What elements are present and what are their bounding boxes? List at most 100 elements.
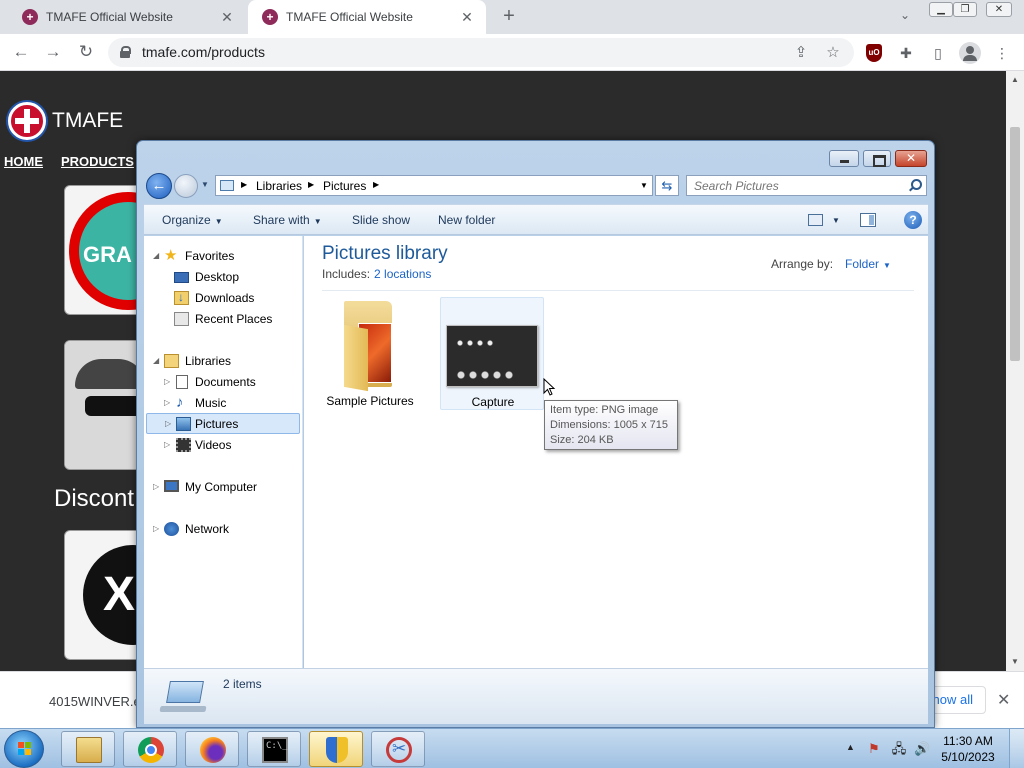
nav-item-videos[interactable]: ▷ Videos — [144, 435, 299, 455]
action-center-flag-icon[interactable]: ⚑ — [866, 741, 882, 757]
expand-triangle-icon[interactable]: ▷ — [153, 524, 159, 533]
product-card-1-text: GRA — [83, 242, 132, 267]
expand-triangle-icon[interactable]: ▷ — [165, 419, 171, 428]
share-with-button[interactable]: Share with ▼ — [253, 213, 322, 227]
scroll-up-icon[interactable]: ▲ — [1011, 75, 1019, 84]
window-minimize-button[interactable] — [829, 150, 859, 167]
taskbar-explorer-button[interactable] — [61, 731, 115, 767]
download-filename[interactable]: 4015WINVER.e — [49, 694, 141, 709]
collapse-triangle-icon[interactable]: ◢ — [153, 356, 159, 365]
organize-button[interactable]: Organize ▼ — [162, 213, 223, 227]
help-icon[interactable]: ? — [904, 211, 922, 229]
nav-link-home[interactable]: HOME — [4, 154, 43, 169]
browser-restore-icon[interactable]: ❐ — [953, 2, 977, 17]
search-icon[interactable] — [909, 179, 922, 191]
nav-item-my-computer[interactable]: ▷ My Computer — [144, 477, 299, 497]
browser-close-icon[interactable]: ✕ — [986, 2, 1012, 17]
browser-tab-1[interactable]: TMAFE Official Website ✕ — [8, 0, 246, 34]
profile-avatar-icon[interactable] — [959, 42, 981, 64]
refresh-icon[interactable]: ⇆ — [655, 175, 679, 196]
side-panel-icon[interactable]: ▯ — [927, 43, 949, 65]
browser-tab-2[interactable]: TMAFE Official Website ✕ — [248, 0, 486, 34]
tab-search-chevron-icon[interactable]: ⌄ — [896, 8, 914, 26]
nav-item-music[interactable]: ▷ Music — [144, 393, 299, 413]
browser-minimize-icon[interactable]: ▁ — [929, 2, 953, 17]
search-box[interactable] — [686, 175, 927, 196]
nav-item-libraries[interactable]: ◢ Libraries — [144, 351, 299, 371]
bookmark-star-icon[interactable]: ☆ — [823, 43, 843, 63]
expand-triangle-icon[interactable]: ▷ — [164, 398, 170, 407]
nav-item-recent-places[interactable]: Recent Places — [144, 309, 299, 329]
address-dropdown-icon[interactable]: ▼ — [640, 181, 648, 190]
browser-menu-icon[interactable]: ⋮ — [991, 43, 1013, 65]
locations-link[interactable]: 2 locations — [374, 267, 431, 281]
recent-pages-chevron-icon[interactable]: ▼ — [201, 180, 209, 189]
show-desktop-button[interactable] — [1009, 729, 1024, 768]
back-arrow-icon[interactable]: ← — [9, 41, 33, 65]
breadcrumb-libraries[interactable]: Libraries — [256, 179, 302, 193]
lock-icon[interactable] — [120, 46, 131, 58]
tab-close-icon[interactable]: ✕ — [458, 8, 476, 26]
product-card-2[interactable] — [64, 340, 144, 470]
nav-item-downloads[interactable]: Downloads — [144, 288, 299, 308]
tmafe-logo-icon[interactable] — [8, 102, 46, 140]
nav-link-products[interactable]: PRODUCTS — [61, 154, 134, 169]
download-bar-close-icon[interactable]: ✕ — [997, 690, 1010, 710]
forward-arrow-icon[interactable]: → — [41, 41, 65, 65]
tab-close-icon[interactable]: ✕ — [218, 8, 236, 26]
taskbar-firefox-button[interactable] — [185, 731, 239, 767]
nav-item-pictures[interactable]: ▷ Pictures — [146, 413, 300, 434]
taskbar-cmd-button[interactable]: C:\_ — [247, 731, 301, 767]
volume-icon[interactable]: 🔊 — [914, 741, 930, 757]
system-clock[interactable]: 11:30 AM 5/10/2023 — [937, 733, 999, 765]
file-list-area[interactable]: Pictures library Includes: 2 locations Ar… — [304, 236, 928, 668]
expand-triangle-icon[interactable]: ▷ — [164, 440, 170, 449]
breadcrumb-chevron-icon[interactable]: ▶ — [308, 180, 314, 189]
scroll-down-icon[interactable]: ▼ — [1011, 657, 1019, 666]
expand-triangle-icon[interactable]: ▷ — [164, 377, 170, 386]
preview-pane-icon[interactable] — [860, 213, 876, 227]
start-button[interactable] — [4, 730, 44, 768]
reload-icon[interactable]: ↻ — [74, 41, 98, 65]
nav-item-favorites[interactable]: ◢ Favorites — [144, 246, 299, 266]
taskbar-security-button[interactable] — [309, 731, 363, 767]
site-name[interactable]: TMAFE — [52, 109, 123, 133]
show-all-button[interactable]: how all — [926, 686, 986, 714]
page-scrollbar[interactable]: ▲ ▼ — [1006, 71, 1024, 671]
slide-show-button[interactable]: Slide show — [352, 213, 410, 227]
arrange-by-dropdown[interactable]: Folder ▼ — [845, 257, 891, 271]
change-view-icon[interactable] — [808, 214, 823, 226]
taskbar-snipping-tool-button[interactable] — [371, 731, 425, 767]
expand-triangle-icon[interactable]: ▷ — [153, 482, 159, 491]
new-tab-plus-icon[interactable]: + — [498, 6, 520, 28]
collapse-triangle-icon[interactable]: ◢ — [153, 251, 159, 260]
taskbar-chrome-button[interactable] — [123, 731, 177, 767]
breadcrumb-chevron-icon[interactable]: ▶ — [373, 180, 379, 189]
new-folder-button[interactable]: New folder — [438, 213, 495, 227]
music-note-icon — [176, 396, 191, 410]
explorer-folder-icon — [76, 737, 102, 763]
file-item-capture[interactable]: Capture — [440, 297, 544, 410]
view-options-chevron-icon[interactable]: ▼ — [832, 216, 840, 225]
explorer-address-bar[interactable]: ▶ Libraries ▶ Pictures ▶ ▼ — [215, 175, 653, 196]
back-arrow-icon[interactable]: ← — [146, 173, 172, 199]
nav-item-documents[interactable]: ▷ Documents — [144, 372, 299, 392]
window-maximize-button[interactable] — [863, 150, 891, 167]
nav-item-desktop[interactable]: Desktop — [144, 267, 299, 287]
show-hidden-icons-chevron-icon[interactable]: ▲ — [846, 742, 855, 752]
product-card-1[interactable]: GRA — [64, 185, 144, 315]
address-bar[interactable]: tmafe.com/products ⇪ ☆ — [108, 38, 854, 67]
breadcrumb-pictures[interactable]: Pictures — [323, 179, 366, 193]
ublock-shield-icon[interactable]: uO — [866, 44, 882, 62]
share-icon[interactable]: ⇪ — [791, 43, 811, 63]
window-close-button[interactable]: ✕ — [895, 150, 927, 167]
product-card-3[interactable]: X — [64, 530, 144, 660]
breadcrumb-chevron-icon[interactable]: ▶ — [241, 180, 247, 189]
folder-item-sample-pictures[interactable]: Sample Pictures — [318, 297, 422, 410]
search-input[interactable] — [687, 176, 905, 195]
nav-item-network[interactable]: ▷ Network — [144, 519, 299, 539]
forward-arrow-icon[interactable] — [174, 174, 198, 198]
extensions-puzzle-icon[interactable]: ✚ — [895, 43, 917, 65]
scrollbar-thumb[interactable] — [1010, 127, 1020, 361]
network-tray-icon[interactable]: 🖧 — [891, 741, 907, 757]
